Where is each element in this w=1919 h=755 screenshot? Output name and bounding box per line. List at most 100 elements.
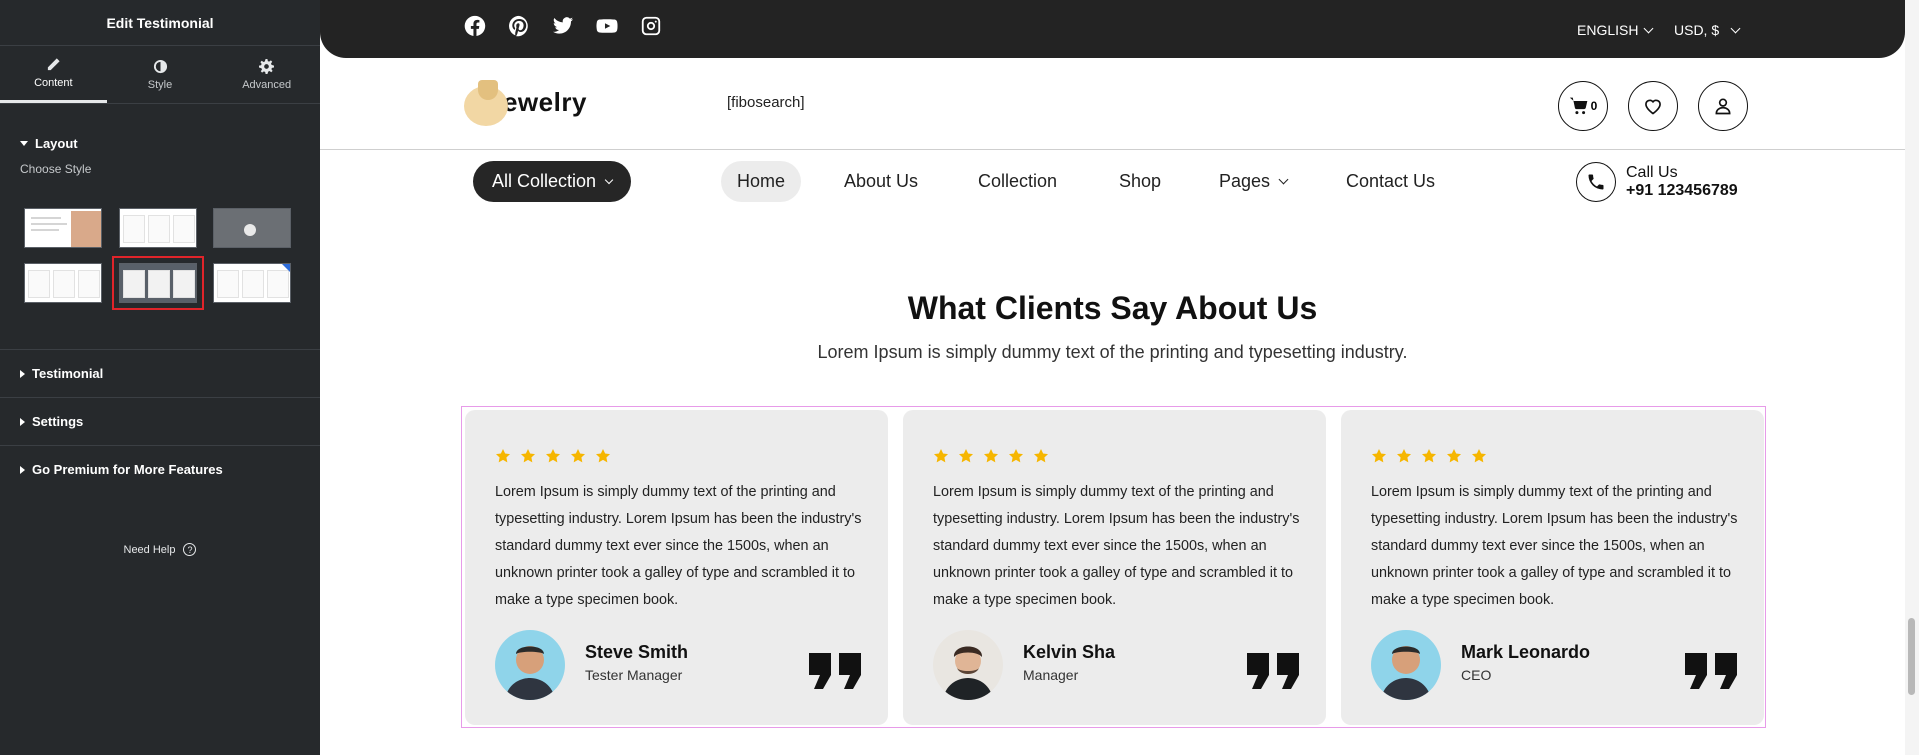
call-text: Call Us +91 123456789	[1626, 164, 1738, 200]
style-option-2[interactable]	[119, 208, 197, 248]
top-bar: ENGLISH USD, $	[320, 0, 1905, 58]
nav-about[interactable]: About Us	[844, 161, 918, 202]
thumb-line	[31, 229, 59, 231]
nav-pages[interactable]: Pages	[1219, 161, 1289, 202]
cart-count: 0	[1590, 99, 1598, 113]
youtube-icon[interactable]	[596, 15, 618, 37]
star-icon	[521, 449, 535, 463]
section-title: What Clients Say About Us	[907, 290, 1318, 326]
testimonial-role: Manager	[1023, 667, 1079, 683]
thumb-line	[31, 223, 67, 225]
thumb-line	[31, 217, 61, 219]
section-settings-label: Settings	[32, 414, 84, 429]
instagram-icon[interactable]	[640, 15, 662, 37]
site-preview: ENGLISH USD, $ Jewelry [fibosearch] 0 Al…	[320, 0, 1905, 755]
question-icon: ?	[183, 543, 197, 556]
thumb-card	[78, 270, 100, 298]
tab-content[interactable]: Content	[0, 46, 107, 103]
quote-icon	[809, 653, 861, 689]
call-number: +91 123456789	[1626, 182, 1738, 199]
page-scrollbar[interactable]	[1905, 0, 1919, 755]
call-us[interactable]: Call Us +91 123456789	[1576, 162, 1738, 202]
star-icon	[1447, 449, 1461, 463]
section-layout-label: Layout	[35, 135, 78, 151]
style-option-5[interactable]	[112, 256, 204, 310]
style-option-4[interactable]	[24, 263, 102, 303]
nav-shop[interactable]: Shop	[1119, 161, 1161, 202]
pencil-icon	[47, 58, 60, 71]
panel-tabs: Content Style Advanced	[0, 46, 320, 104]
nav-contact[interactable]: Contact Us	[1346, 161, 1435, 202]
cart-button[interactable]: 0	[1558, 81, 1608, 131]
testimonial-text: Lorem Ipsum is simply dummy text of the …	[1371, 484, 1738, 608]
currency-select[interactable]: USD, $	[1674, 22, 1741, 38]
nav-shop-label: Shop	[1119, 171, 1162, 191]
site-logo[interactable]: Jewelry	[464, 80, 587, 126]
star-icon	[1372, 449, 1386, 463]
caret-down-icon	[20, 140, 28, 146]
star-icon	[496, 449, 510, 463]
testimonial-widget[interactable]: Lorem Ipsum is simply dummy text of the …	[461, 406, 1766, 728]
style-option-6[interactable]	[213, 263, 291, 303]
thumb-dot	[244, 224, 256, 236]
phone-icon	[1576, 162, 1616, 202]
all-collection-button[interactable]: All Collection	[473, 161, 631, 202]
star-icon	[1397, 449, 1411, 463]
tab-advanced[interactable]: Advanced	[213, 46, 320, 103]
star-rating	[1371, 448, 1487, 464]
gear-icon	[259, 58, 275, 74]
testimonial-card: Lorem Ipsum is simply dummy text of the …	[903, 410, 1326, 725]
cart-icon	[1569, 97, 1587, 115]
scrollbar-thumb[interactable]	[1908, 618, 1915, 695]
twitter-icon[interactable]	[552, 15, 574, 37]
section-testimonial-toggle[interactable]: Testimonial	[0, 349, 320, 397]
section-testimonial-label: Testimonial	[32, 366, 104, 381]
chevron-down-icon	[604, 175, 614, 184]
caret-right-icon	[20, 417, 25, 426]
section-premium-toggle[interactable]: Go Premium for More Features	[0, 445, 320, 493]
thumb-card	[123, 215, 145, 243]
thumb-card	[148, 215, 170, 243]
avatar	[933, 630, 1003, 700]
tab-style[interactable]: Style	[107, 46, 214, 103]
star-icon	[596, 449, 610, 463]
language-select[interactable]: ENGLISH	[1577, 22, 1654, 38]
need-help-link[interactable]: Need Help ?	[0, 543, 320, 556]
testimonial-card: Lorem Ipsum is simply dummy text of the …	[1341, 410, 1764, 725]
facebook-icon[interactable]	[464, 15, 486, 37]
testimonial-name: Mark Leonardo	[1461, 642, 1591, 662]
nav-pages-label: Pages	[1219, 171, 1271, 191]
style-options	[20, 203, 300, 313]
star-icon	[934, 449, 948, 463]
thumb-card	[242, 270, 264, 298]
thumb-card	[267, 270, 289, 298]
nav-collection[interactable]: Collection	[978, 161, 1057, 202]
star-icon	[1422, 449, 1436, 463]
section-layout-toggle[interactable]: Layout	[0, 118, 320, 168]
editor-panel: Edit Testimonial Content Style Advanced …	[0, 0, 320, 755]
chevron-down-icon	[1278, 174, 1289, 185]
thumb-card	[173, 215, 195, 243]
thumb-card	[173, 270, 195, 298]
quote-icon	[1247, 653, 1299, 689]
style-option-3[interactable]	[213, 208, 291, 248]
star-icon	[1472, 449, 1486, 463]
testimonial-name: Steve Smith	[585, 642, 689, 662]
star-rating	[933, 448, 1049, 464]
search-shortcode: [fibosearch]	[727, 94, 805, 111]
tab-content-label: Content	[34, 77, 73, 89]
panel-title: Edit Testimonial	[0, 0, 320, 46]
pinterest-icon[interactable]	[508, 15, 530, 37]
section-settings-toggle[interactable]: Settings	[0, 397, 320, 445]
account-button[interactable]	[1698, 81, 1748, 131]
caret-right-icon	[20, 465, 25, 474]
contrast-icon	[153, 59, 167, 73]
nav-contact-label: Contact Us	[1346, 171, 1436, 191]
nav-home[interactable]: Home	[721, 161, 802, 202]
currency-value: USD, $	[1674, 22, 1720, 38]
thumb-photo	[71, 211, 101, 247]
avatar	[1371, 630, 1441, 700]
testimonial-role: CEO	[1461, 667, 1492, 683]
style-option-1[interactable]	[24, 208, 102, 248]
wishlist-button[interactable]	[1628, 81, 1678, 131]
